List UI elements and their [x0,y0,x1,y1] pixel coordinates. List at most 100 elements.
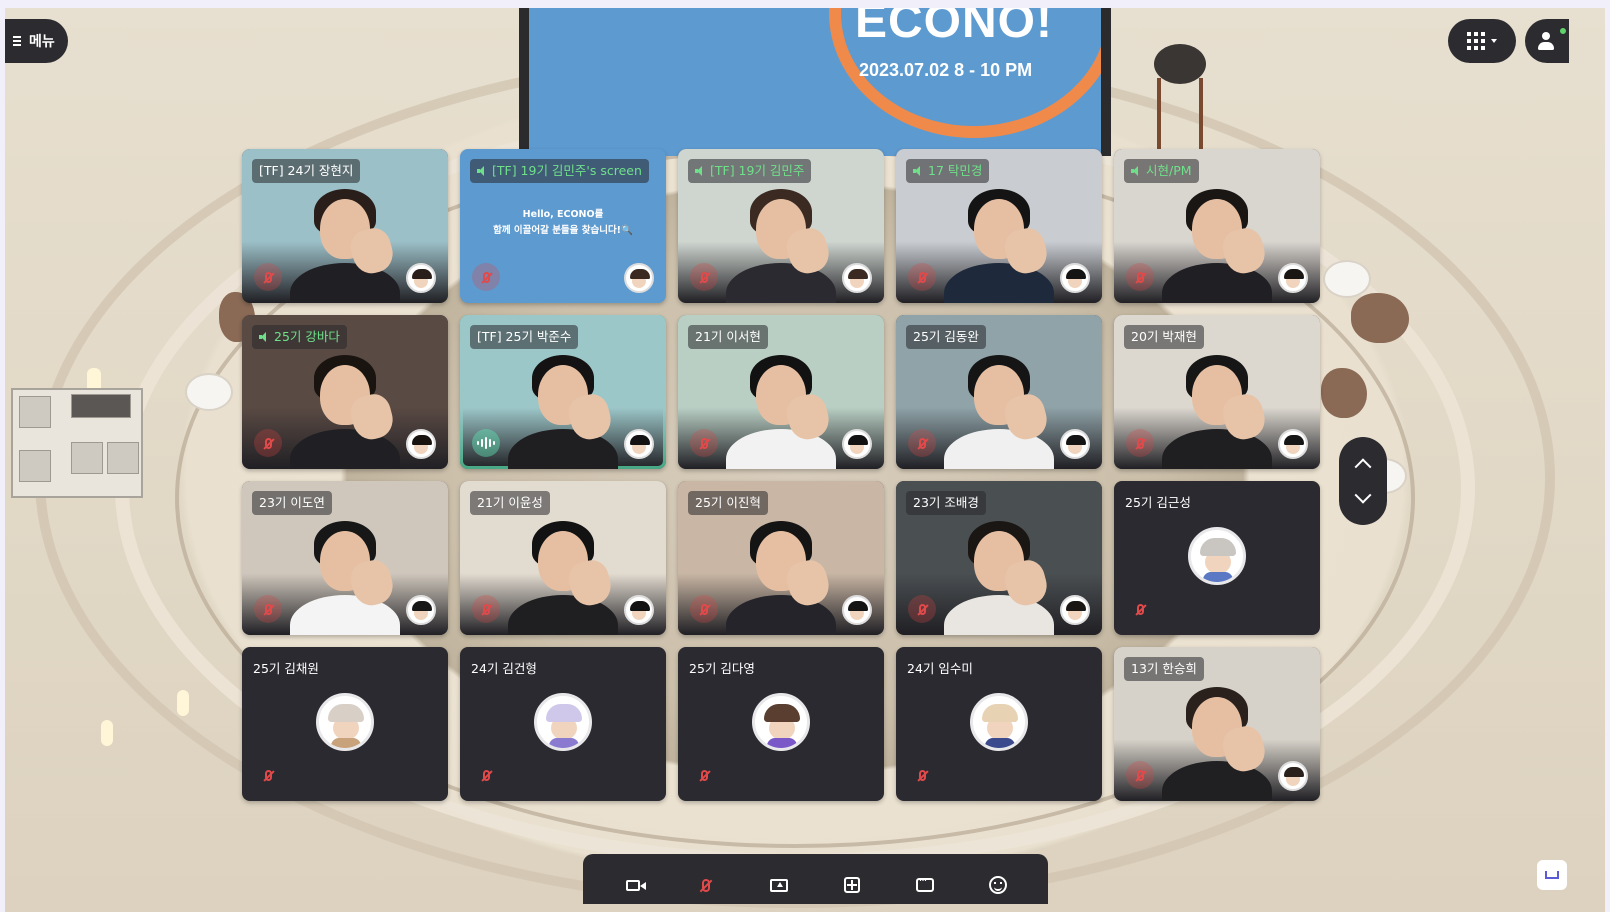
participant-tile[interactable]: Hello, ECONO를 함께 이끌어갈 분들을 찾습니다!🔍 [TF] 19기… [460,149,666,303]
mic-muted-icon [472,761,500,789]
participant-tile[interactable]: [TF] 19기 김민주 [678,149,884,303]
avatar-badge [624,263,654,293]
participant-tile[interactable]: 13기 한승희 [1114,647,1320,801]
participant-tile[interactable]: 25기 이진혁 [678,481,884,635]
emoji-button[interactable] [980,869,1016,901]
participant-tile[interactable]: 25기 김다영 [678,647,884,801]
avatar-badge [1278,263,1308,293]
mic-muted-icon [690,595,718,623]
screen-share-icon [770,878,789,892]
bottom-toolbar [583,854,1048,904]
participant-video [290,183,400,303]
speaker-icon [695,166,705,176]
mic-muted-icon [1126,761,1154,789]
speaker-icon [259,332,269,342]
grid-scroll-control[interactable] [1339,437,1387,525]
participant-tile[interactable]: [TF] 25기 박준수 [460,315,666,469]
avatar-badge [1278,429,1308,459]
grid-view-button[interactable] [1448,19,1516,63]
participant-name-label: 시현/PM [1124,159,1199,183]
avatar-badge [842,263,872,293]
participant-name-label: 21기 이윤성 [470,491,550,515]
avatar-badge [406,429,436,459]
participant-tile[interactable]: 25기 김근성 [1114,481,1320,635]
participant-name-label: 13기 한승희 [1124,657,1204,681]
candle [177,690,189,716]
participant-tile[interactable]: 21기 이서현 [678,315,884,469]
screen-share-button[interactable] [761,869,797,901]
participant-tile[interactable]: [TF] 24기 장현지 [242,149,448,303]
participant-name-label: [TF] 25기 박준수 [470,325,579,349]
participant-tile[interactable]: 20기 박재현 [1114,315,1320,469]
participant-name-label: 25기 김다영 [682,657,762,681]
avatar [1188,527,1246,585]
presentation-headline: ECONO! [855,8,1053,48]
participant-name-label: 20기 박재현 [1124,325,1204,349]
profile-button[interactable] [1525,19,1569,63]
participant-tile[interactable]: 25기 강바다 [242,315,448,469]
participant-tile[interactable]: 25기 김채원 [242,647,448,801]
chevron-up-icon[interactable] [1354,458,1372,476]
presentation-screen: ECONO! 2023.07.02 8 - 10 PM [519,8,1111,156]
participant-video [944,349,1054,469]
participant-tile[interactable]: 시현/PM [1114,149,1320,303]
participant-name: 25기 김근성 [1125,495,1191,510]
speaker-icon [1131,166,1141,176]
participant-name: 25기 강바다 [274,329,340,344]
participant-video [944,183,1054,303]
mic-muted-icon [908,263,936,291]
add-object-button[interactable] [834,869,870,901]
participant-name-label: 25기 이진혁 [688,491,768,515]
emoji-icon [988,876,1007,894]
mic-button[interactable] [688,869,724,901]
camera-button[interactable] [615,869,651,901]
participant-name: 13기 한승희 [1131,661,1197,676]
mic-muted-icon [254,595,282,623]
candle [101,720,113,746]
crown-button[interactable] [1537,860,1567,890]
mic-muted-icon [1126,429,1154,457]
participant-video [726,349,836,469]
avatar [752,693,810,751]
participant-name-label: [TF] 19기 김민주's screen [470,159,649,183]
avatar-badge [406,595,436,625]
record-shelf [11,388,143,498]
avatar-badge [842,595,872,625]
mic-muted-icon [690,761,718,789]
participant-name-label: 17 탁민경 [906,159,990,183]
participant-tile[interactable]: 24기 임수미 [896,647,1102,801]
mic-muted-icon [472,263,500,291]
participant-tile[interactable]: 21기 이윤성 [460,481,666,635]
online-status-dot [1559,27,1567,35]
chevron-down-icon[interactable] [1354,486,1372,504]
participant-tile[interactable]: 25기 김동완 [896,315,1102,469]
participant-tile[interactable]: 23기 이도연 [242,481,448,635]
participant-name-label: [TF] 24기 장현지 [252,159,361,183]
participant-name: 시현/PM [1146,163,1192,178]
participant-tile[interactable]: 23기 조배경 [896,481,1102,635]
chat-button[interactable] [907,869,943,901]
participant-name: [TF] 25기 박준수 [477,329,572,344]
menu-button[interactable]: 메뉴 [5,19,68,63]
participant-name: 25기 김다영 [689,661,755,676]
voice-activity-icon [472,429,500,457]
participant-name-label: 24기 김건형 [464,657,544,681]
participant-video [508,515,618,635]
camera-icon [626,879,647,891]
participant-name: 23기 조배경 [913,495,979,510]
participant-name: 21기 이서현 [695,329,761,344]
participant-name: 25기 김동완 [913,329,979,344]
avatar-badge [1278,761,1308,791]
participant-video [508,349,618,469]
participant-video [290,349,400,469]
menu-label: 메뉴 [29,34,55,50]
mic-muted-icon [908,761,936,789]
participant-tile[interactable]: 24기 김건형 [460,647,666,801]
participant-name: 24기 김건형 [471,661,537,676]
participant-name-label: 23기 조배경 [906,491,986,515]
speaker-icon [477,166,487,176]
participant-tile[interactable]: 17 탁민경 [896,149,1102,303]
participant-name-label: 21기 이서현 [688,325,768,349]
bean-bag [1351,293,1409,343]
participant-video [1162,183,1272,303]
